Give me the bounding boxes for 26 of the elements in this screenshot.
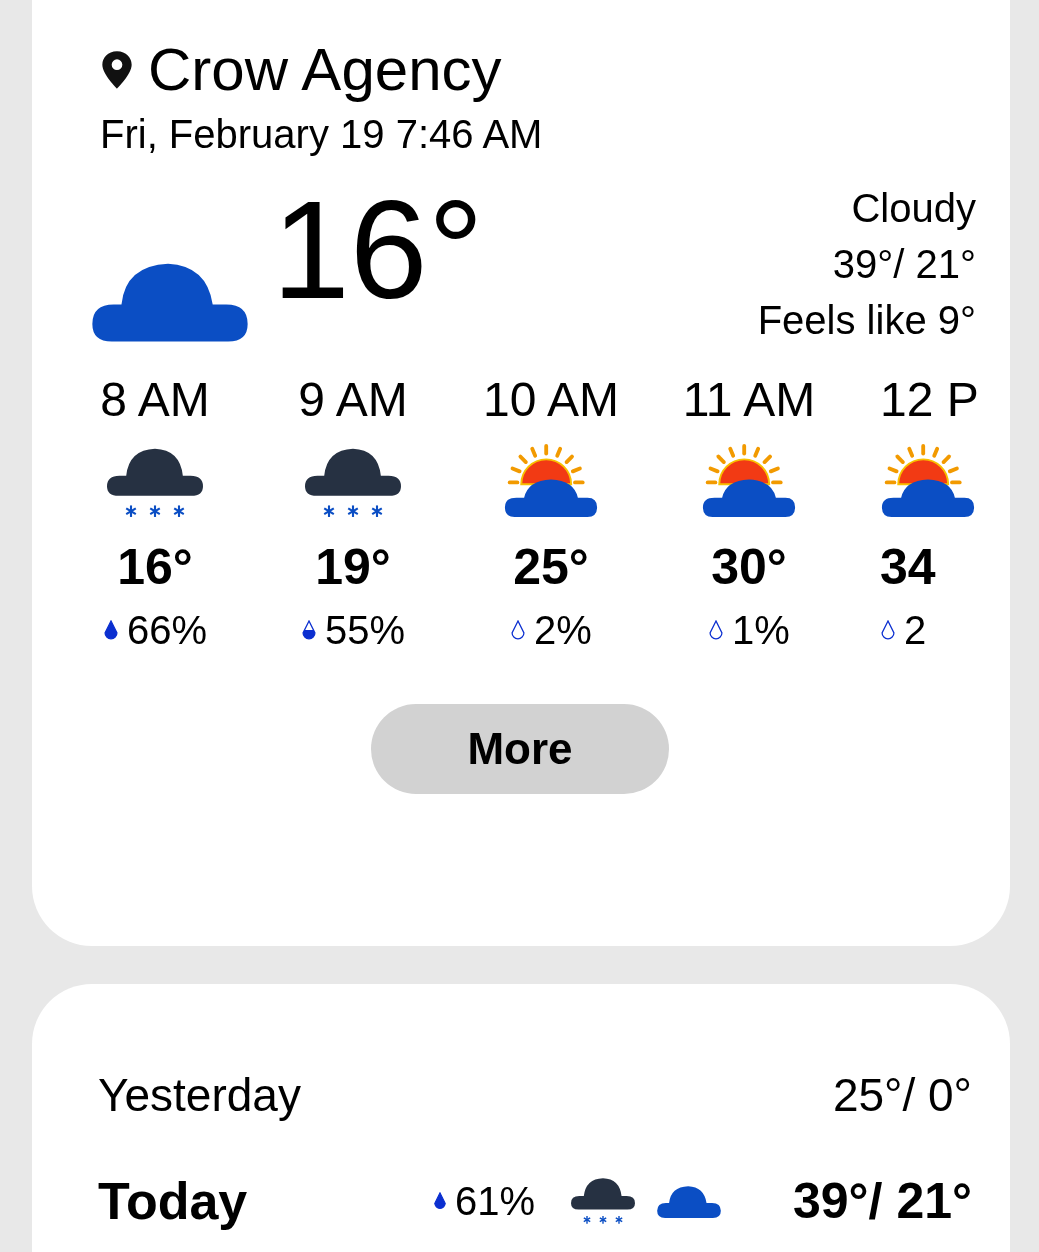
hour-label: 8 AM (100, 376, 210, 424)
day-high-low: 39°/ 21° (793, 1176, 972, 1226)
precipitation-chance: 1% (732, 610, 790, 650)
hour-label: 12 P (880, 376, 979, 424)
precipitation-chance: 61% (454, 1181, 535, 1221)
hour-temperature: 16° (117, 542, 193, 592)
hour-temperature: 19° (315, 542, 391, 592)
date-time: Fri, February 19 7:46 AM (100, 114, 544, 154)
precipitation-chance: 66% (126, 610, 208, 650)
day-high-low: 25°/ 0° (832, 1072, 972, 1118)
hour-temperature: 30° (711, 542, 787, 592)
feels-like: Feels like 9° (757, 297, 976, 344)
current-temperature: 16° (272, 180, 484, 320)
hour-label: 10 AM (482, 376, 620, 424)
location-name: Crow Agency (148, 40, 502, 100)
condition: Cloudy (851, 185, 976, 232)
precipitation-chance: 55% (324, 610, 406, 650)
hour-temperature: 34 (880, 542, 936, 592)
high-low: 39°/ 21° (832, 241, 976, 288)
more-button[interactable]: More (371, 704, 669, 794)
hour-label: 9 AM (298, 376, 408, 424)
precipitation-chance: 2 (904, 610, 927, 650)
hour-temperature: 25° (513, 542, 589, 592)
hour-label: 11 AM (682, 376, 816, 424)
location-pin-icon (100, 50, 134, 90)
precipitation-chance: 2% (534, 610, 592, 650)
